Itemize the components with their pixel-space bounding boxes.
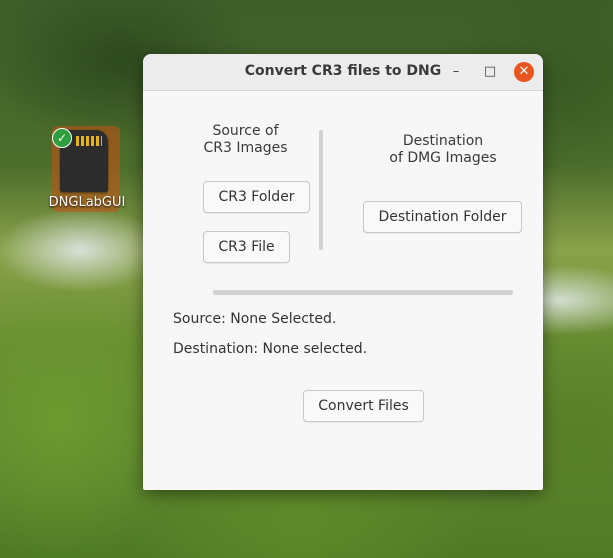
source-title-line2: CR3 Images: [203, 140, 288, 156]
convert-files-button[interactable]: Convert Files: [303, 390, 424, 422]
destination-section-title: Destination of DMG Images: [365, 133, 521, 167]
sd-card-pins: [76, 136, 102, 146]
minimize-button[interactable]: –: [446, 62, 466, 82]
source-section-title: Source of CR3 Images: [193, 123, 298, 157]
destination-title-line1: Destination: [402, 133, 484, 149]
app-window: Convert CR3 files to DNG – □ ✕ Source of…: [143, 54, 543, 490]
horizontal-separator: [213, 290, 513, 295]
vertical-separator: [319, 130, 323, 250]
source-status-label: Source: None Selected.: [173, 311, 337, 327]
cr3-folder-button[interactable]: CR3 Folder: [203, 181, 310, 213]
destination-folder-button[interactable]: Destination Folder: [363, 201, 522, 233]
destination-title-line2: of DMG Images: [389, 150, 497, 166]
check-badge-icon: ✓: [52, 128, 72, 148]
desktop-icon-dnglabgui[interactable]: ✓ DNGLabGUI: [42, 126, 132, 216]
destination-status-label: Destination: None selected.: [173, 341, 368, 357]
cr3-file-button[interactable]: CR3 File: [203, 231, 290, 263]
source-title-line1: Source of: [212, 123, 279, 139]
close-button[interactable]: ✕: [514, 62, 534, 82]
maximize-button[interactable]: □: [480, 62, 500, 82]
title-bar[interactable]: Convert CR3 files to DNG – □ ✕: [143, 54, 543, 91]
desktop-icon-label: DNGLabGUI: [48, 195, 126, 210]
